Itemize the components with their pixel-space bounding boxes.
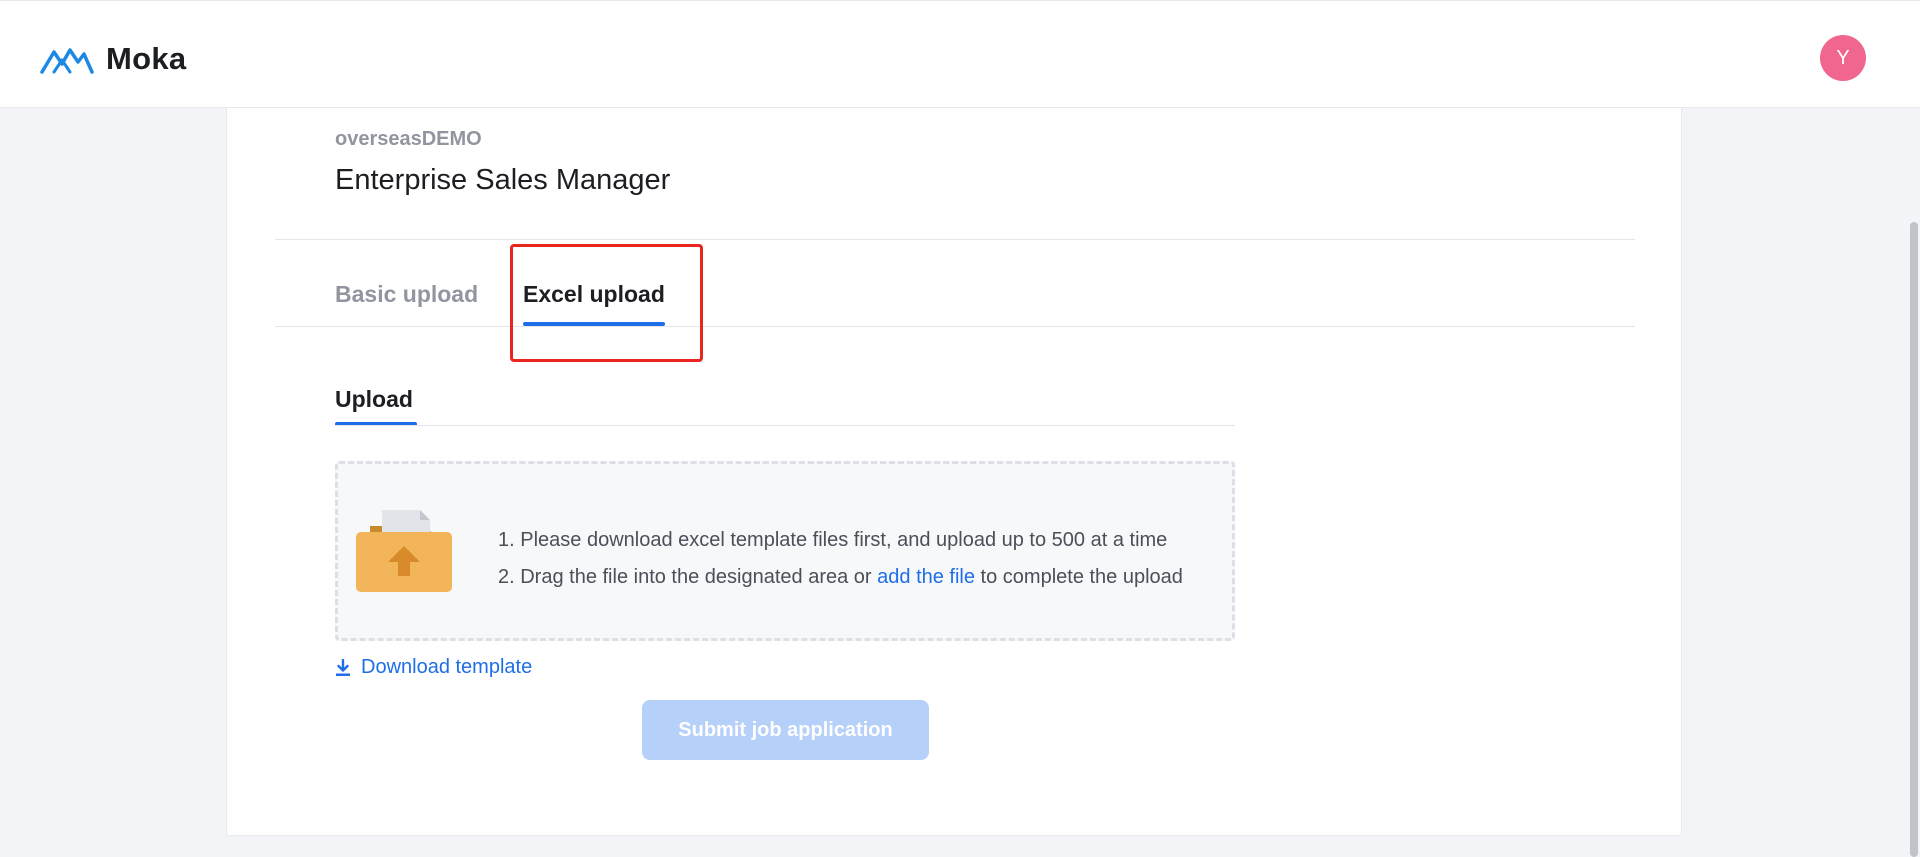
folder-upload-icon xyxy=(356,510,452,592)
add-file-link[interactable]: add the file xyxy=(877,566,975,588)
upload-section-divider xyxy=(335,425,1235,426)
tab-excel-upload[interactable]: Excel upload xyxy=(523,281,665,308)
top-header: Moka Y xyxy=(0,0,1920,108)
tab-basic-upload[interactable]: Basic upload xyxy=(335,281,478,308)
instruction-line-1: 1. Please download excel template files … xyxy=(498,529,1168,551)
logo-text: Moka xyxy=(106,41,187,76)
instruction-2-after: to complete the upload xyxy=(975,566,1183,588)
job-title: Enterprise Sales Manager xyxy=(335,164,671,196)
header-divider xyxy=(275,239,1635,240)
user-avatar[interactable]: Y xyxy=(1820,35,1866,81)
instruction-line-2: 2. Drag the file into the designated are… xyxy=(498,559,1183,596)
scrollbar-thumb[interactable] xyxy=(1910,222,1918,857)
job-application-card: overseasDEMO Enterprise Sales Manager Ba… xyxy=(226,108,1682,836)
page-scrollbar[interactable] xyxy=(1906,108,1920,857)
upload-instructions: 1. Please download excel template files … xyxy=(498,522,1183,596)
file-dropzone[interactable]: 1. Please download excel template files … xyxy=(335,461,1235,641)
company-name: overseasDEMO xyxy=(335,128,482,150)
moka-logo[interactable]: Moka xyxy=(40,41,186,77)
submit-job-application-button[interactable]: Submit job application xyxy=(642,700,929,760)
download-template-label: Download template xyxy=(361,656,533,678)
upload-section-title: Upload xyxy=(335,386,413,412)
moka-mountain-logo-icon xyxy=(40,48,94,74)
instruction-2-before: 2. Drag the file into the designated are… xyxy=(498,566,878,588)
download-icon xyxy=(336,658,350,676)
tabs-divider xyxy=(275,326,1635,327)
download-template-link[interactable]: Download template xyxy=(335,656,532,679)
